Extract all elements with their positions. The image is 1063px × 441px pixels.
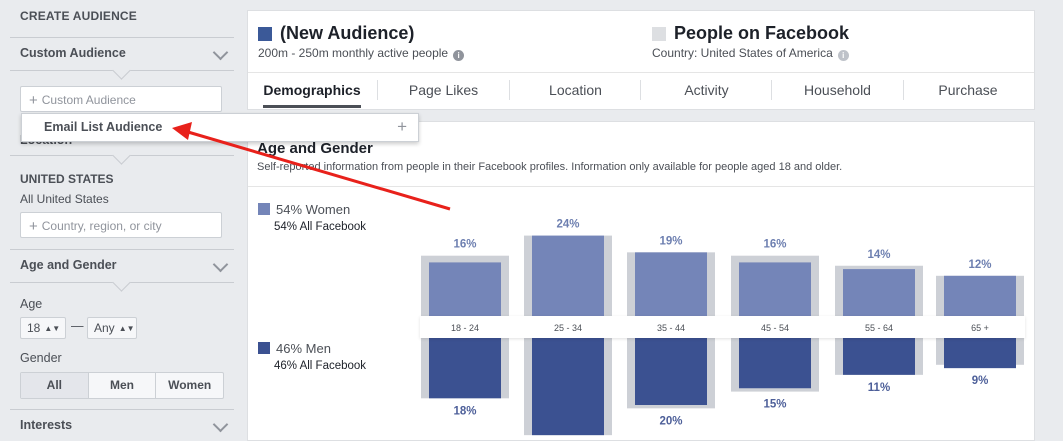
arrow-head xyxy=(172,122,192,140)
arrow-line xyxy=(187,130,451,211)
annotation-arrow xyxy=(172,122,451,211)
